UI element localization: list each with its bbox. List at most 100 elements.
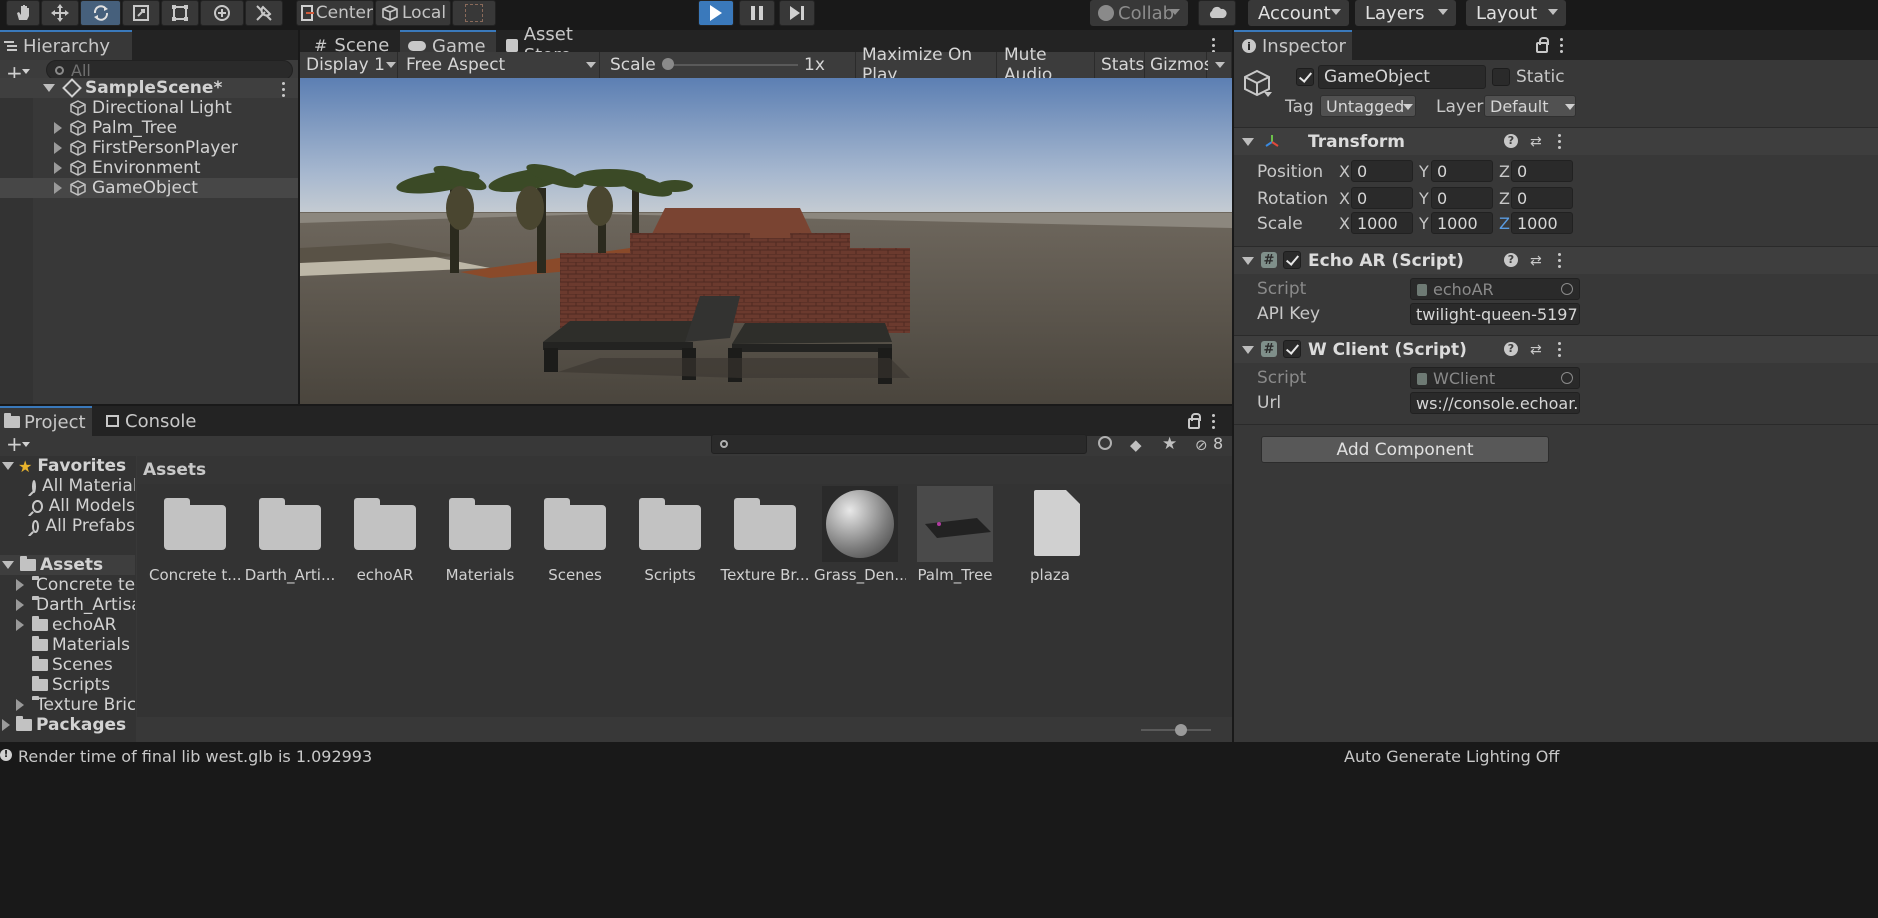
expand-arrow-icon[interactable] [2,462,14,470]
asset-item[interactable]: Darth_Arti... [244,484,336,604]
tag-dropdown[interactable]: Untagged [1320,95,1416,117]
scale-z-input[interactable]: 1000 [1511,212,1573,234]
favorite-item[interactable]: All Material [0,476,135,496]
tree-folder-item[interactable]: Concrete te [0,575,135,595]
hierarchy-item[interactable]: GameObject [0,178,298,198]
tab-hierarchy[interactable]: Hierarchy [0,30,132,60]
expand-arrow-icon[interactable] [16,699,24,711]
tab-inspector[interactable]: i Inspector [1234,30,1352,60]
rotate-tool-icon[interactable] [80,0,121,26]
layout-dropdown[interactable]: Layout [1466,0,1566,26]
help-icon[interactable]: ? [1504,342,1518,356]
rect-tool-icon[interactable] [161,0,199,26]
hierarchy-search-input[interactable]: All [46,60,293,80]
asset-item[interactable]: Grass_Den... [814,484,906,604]
tree-folder-item[interactable]: echoAR [0,615,135,635]
help-icon[interactable]: ? [1504,253,1518,267]
active-checkbox[interactable] [1296,68,1314,86]
api-key-input[interactable]: twilight-queen-5197 [1410,303,1580,325]
component-options-icon[interactable] [1558,134,1562,149]
game-viewport[interactable] [300,78,1232,404]
grid-snap-button[interactable] [452,0,496,26]
position-x-input[interactable]: 0 [1351,160,1413,182]
assets-root-row[interactable]: Assets [0,555,135,575]
favorite-item[interactable]: All Prefabs [0,516,135,536]
expand-arrow-icon[interactable] [54,142,62,154]
stats-toggle[interactable]: Stats [1097,52,1145,78]
position-z-input[interactable]: 0 [1511,160,1573,182]
rotation-x-input[interactable]: 0 [1351,187,1413,209]
tree-folder-item[interactable]: Darth_Artisa [0,595,135,615]
rotation-z-axis-label[interactable]: Z [1499,189,1510,208]
collab-dropdown[interactable]: Collab [1090,0,1188,26]
position-z-axis-label[interactable]: Z [1499,162,1510,181]
asset-item[interactable]: Materials [434,484,526,604]
tree-folder-item[interactable]: Materials [0,635,135,655]
more-options-icon[interactable] [1212,38,1216,53]
gizmos-toggle[interactable]: Gizmos [1147,52,1213,78]
lock-icon[interactable] [1536,37,1549,53]
position-y-input[interactable]: 0 [1431,160,1493,182]
auto-lighting-status[interactable]: Auto Generate Lighting Off [1344,747,1559,766]
preset-icon[interactable]: ⇄ [1530,253,1542,269]
echoar-enabled-checkbox[interactable] [1283,251,1301,269]
step-button[interactable] [779,0,815,26]
add-dropdown-caret-icon[interactable] [22,69,30,74]
asset-item[interactable]: Scenes [529,484,621,604]
play-button[interactable] [698,0,734,26]
layer-dropdown[interactable]: Default [1484,95,1576,117]
maximize-on-play-toggle[interactable]: Maximize On Play [857,45,997,85]
hierarchy-item[interactable]: Palm_Tree [0,118,298,138]
cloud-button[interactable] [1198,0,1236,26]
favorites-row[interactable]: ★ Favorites [0,456,135,476]
pivot-center-button[interactable]: Center [296,0,374,26]
rotation-x-axis-label[interactable]: X [1339,189,1350,208]
static-checkbox[interactable] [1492,68,1510,86]
add-component-button[interactable]: Add Component [1261,436,1549,463]
expand-arrow-icon[interactable] [2,561,14,569]
rotation-y-axis-label[interactable]: Y [1419,189,1429,208]
url-input[interactable]: ws://console.echoar.x [1410,392,1580,414]
breadcrumb-assets[interactable]: Assets [143,460,206,480]
echoar-component-header[interactable]: # Echo AR (Script) ? ⇄ [1234,246,1878,274]
aspect-dropdown[interactable]: Free Aspect [400,52,600,78]
gizmos-dropdown[interactable] [1208,52,1232,78]
icon-dropdown-caret-icon[interactable] [1264,92,1272,97]
scale-y-axis-label[interactable]: Y [1419,214,1429,233]
transform-component-header[interactable]: Transform ? ⇄ [1234,127,1878,155]
scale-slider-handle[interactable] [662,58,674,70]
icon-size-slider-handle[interactable] [1175,724,1187,736]
scene-options-icon[interactable] [282,82,286,97]
tree-folder-item[interactable]: Texture Bric [0,695,135,715]
hand-tool-icon[interactable] [6,0,40,26]
component-options-icon[interactable] [1558,342,1562,357]
position-y-axis-label[interactable]: Y [1419,162,1429,181]
create-dropdown-caret-icon[interactable] [22,442,30,447]
expand-arrow-icon[interactable] [16,599,24,611]
favorite-star-icon[interactable]: ★ [1162,434,1177,454]
status-message[interactable]: Render time of final lib west.glb is 1.0… [18,747,372,766]
preset-icon[interactable]: ⇄ [1530,342,1542,358]
custom-tool-icon[interactable] [245,0,283,26]
transform-tool-icon[interactable] [200,0,244,26]
hierarchy-item[interactable]: Environment [0,158,298,178]
project-search-input[interactable] [711,434,1087,454]
packages-row[interactable]: Packages [0,715,135,735]
move-tool-icon[interactable] [41,0,79,26]
expand-arrow-icon[interactable] [54,122,62,134]
scene-row[interactable]: SampleScene* [0,78,298,98]
asset-item[interactable]: plaza [1004,484,1096,604]
asset-item[interactable]: echoAR [339,484,431,604]
expand-arrow-icon[interactable] [16,619,24,631]
collapse-arrow-icon[interactable] [1242,257,1254,265]
hierarchy-item[interactable]: Directional Light [0,98,298,118]
component-options-icon[interactable] [1558,253,1562,268]
more-options-icon[interactable] [1212,414,1216,429]
space-local-button[interactable]: Local [375,0,451,26]
search-by-type-icon[interactable] [1098,436,1112,450]
expand-arrow-icon[interactable] [43,84,55,92]
expand-arrow-icon[interactable] [54,162,62,174]
preset-icon[interactable]: ⇄ [1530,134,1542,150]
label-tag-icon[interactable]: ◆ [1130,436,1142,454]
help-icon[interactable]: ? [1504,134,1518,148]
